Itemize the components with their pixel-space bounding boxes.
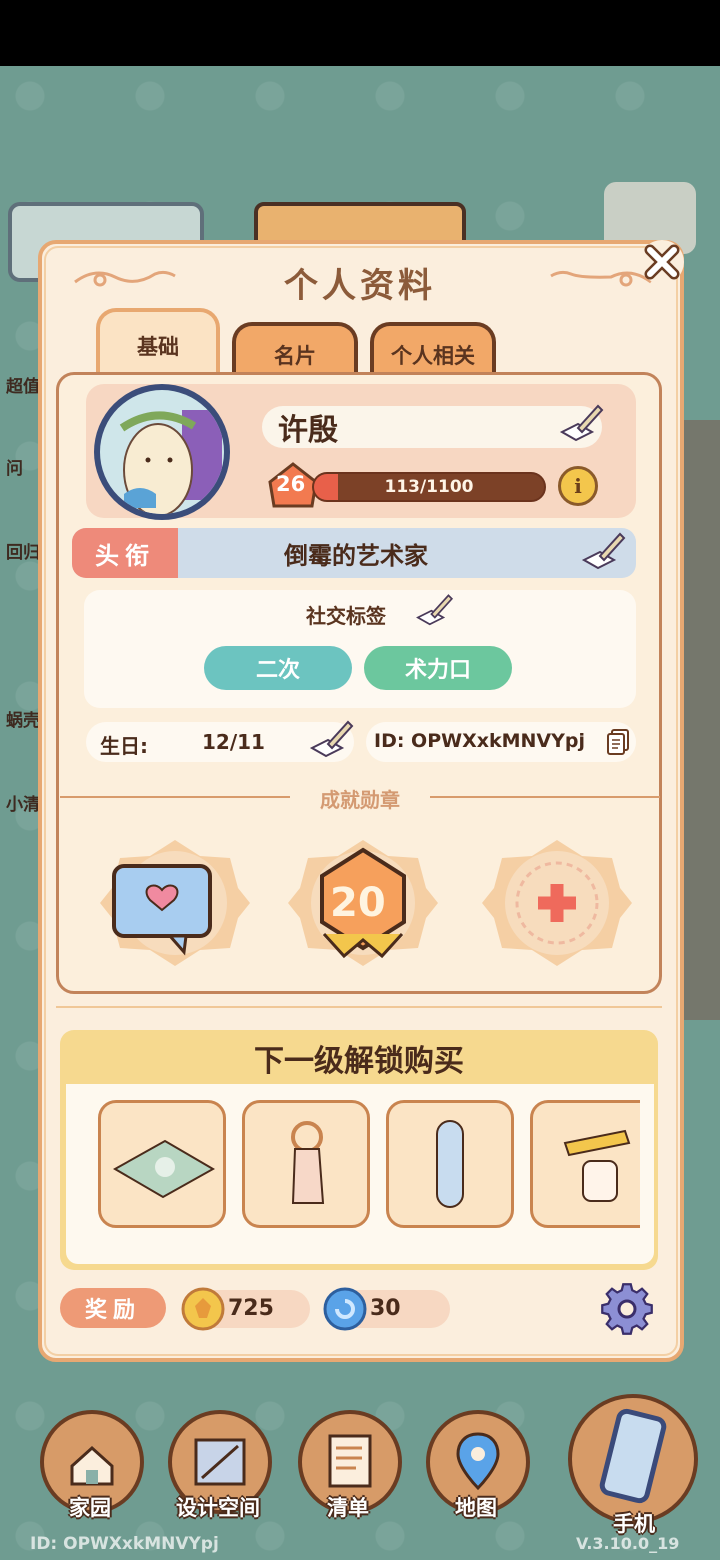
footer-player-id: ID: OPWXxkMNVYpj [30, 1534, 219, 1554]
side-menu-label: 蜗壳 [6, 711, 40, 731]
unlock-item-slot[interactable] [386, 1100, 514, 1228]
honor-title-value: 倒霉的艺术家 [284, 541, 428, 570]
nav-home-label: 家园 [69, 1496, 111, 1520]
avatar[interactable] [94, 384, 230, 520]
settings-gear-icon[interactable] [598, 1280, 656, 1338]
edit-birthday-pencil-icon[interactable] [308, 718, 354, 758]
birthday-label: 生日: [100, 734, 148, 758]
tab-basic[interactable]: 基础 [96, 308, 220, 380]
close-button[interactable] [640, 240, 684, 284]
nav-design-space-label: 设计空间 [176, 1496, 260, 1520]
heart-message-badge-icon[interactable] [100, 836, 250, 970]
close-icon [644, 244, 680, 280]
section-divider [56, 1006, 662, 1008]
coin-icon [181, 1287, 225, 1331]
unlock-item-slot[interactable] [242, 1100, 370, 1228]
towel-ring-item-icon [291, 1121, 325, 1204]
toilet-paper-holder-item-icon [563, 1129, 631, 1202]
copy-id-icon[interactable] [606, 728, 630, 756]
nav-phone-button[interactable] [568, 1394, 698, 1524]
player-id: ID: OPWXxkMNVYpj [374, 730, 586, 752]
honor-title-row: 头衔 倒霉的艺术家 [72, 528, 636, 578]
phone-icon [599, 1408, 667, 1504]
footer-version: V.3.10.0_19 [576, 1534, 680, 1553]
nav-map-label: 地图 [455, 1496, 497, 1520]
add-badge-icon[interactable] [482, 836, 632, 970]
mirror-item-icon [436, 1120, 464, 1208]
rug-item-icon [112, 1139, 216, 1199]
unlock-item-slot[interactable] [530, 1100, 640, 1228]
level-value: 26 [276, 472, 306, 496]
reward-label: 奖励 [60, 1288, 166, 1328]
coin-reward-value: 725 [228, 1296, 274, 1321]
player-name: 许殷 [278, 413, 338, 448]
unlock-item-slot[interactable] [98, 1100, 226, 1228]
xp-progress-text: 113/1100 [384, 477, 474, 497]
level-info-button[interactable]: i [558, 466, 598, 506]
side-menu-label: 超值 [6, 377, 40, 397]
side-menu-label: 回归 [6, 543, 40, 563]
honor-title-label: 头衔 [72, 528, 178, 578]
panel-title: 个人资料 [284, 266, 436, 306]
side-menu-label: 问 [6, 459, 23, 479]
edit-name-pencil-icon[interactable] [558, 402, 604, 442]
badge-level-value: 20 [330, 880, 386, 926]
unlock-items-scroller[interactable] [66, 1084, 640, 1264]
gem-reward-value: 30 [370, 1296, 401, 1321]
birthday-value: 12/11 [202, 730, 265, 754]
edit-title-pencil-icon[interactable] [580, 530, 626, 570]
nav-checklist-label: 清单 [327, 1496, 369, 1520]
social-tag[interactable]: 二次 [204, 646, 352, 690]
info-icon: i [574, 474, 582, 498]
player-name-field: 许殷 [262, 406, 602, 448]
next-level-unlock-title: 下一级解锁购买 [254, 1044, 464, 1079]
xp-progress-bar: 113/1100 [312, 472, 546, 502]
title-flourish-left-icon [74, 270, 176, 287]
achievements-title: 成就勋章 [290, 784, 430, 812]
status-bar [0, 0, 720, 66]
swirl-gem-icon [323, 1287, 367, 1331]
social-tag[interactable]: 术力口 [364, 646, 512, 690]
side-menu-label: 小清 [6, 795, 40, 815]
avatar-character-icon [119, 410, 222, 514]
social-tags-label: 社交标签 [306, 604, 386, 628]
edit-social-tags-pencil-icon[interactable] [414, 592, 454, 626]
